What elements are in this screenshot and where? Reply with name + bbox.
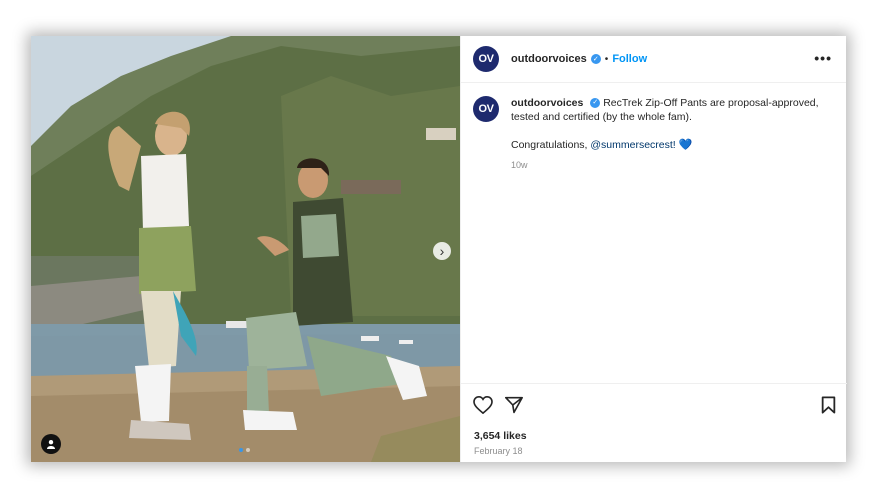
bookmark-icon[interactable] (821, 396, 836, 414)
avatar[interactable]: OV (473, 46, 499, 72)
congrats-text: Congratulations, (511, 139, 591, 151)
caption-line-1: outdoorvoices ✓ RecTrek Zip-Off Pants ar… (511, 96, 833, 124)
caption-line-2: Congratulations, @summersecrest! 💙 (511, 138, 833, 152)
user-tag-button[interactable] (41, 434, 61, 454)
caption-avatar[interactable]: OV (473, 96, 499, 122)
instagram-post: › OV outdoorvoices ✓ • Follow ••• OV out… (31, 36, 847, 462)
carousel-dot (246, 448, 250, 452)
post-side-panel: OV outdoorvoices ✓ • Follow ••• OV outdo… (460, 36, 847, 462)
verified-badge-icon: ✓ (590, 54, 601, 64)
post-photo[interactable]: › (31, 36, 460, 462)
post-actions: 3,654 likes February 18 (461, 383, 847, 462)
caption: OV outdoorvoices ✓ RecTrek Zip-Off Pants… (473, 96, 833, 172)
post-date: February 18 (474, 446, 523, 456)
likes-count[interactable]: 3,654 likes (474, 430, 527, 442)
verified-badge-icon: ✓ (590, 98, 601, 109)
caption-time-ago: 10w (511, 160, 528, 170)
mention-link[interactable]: @summersecrest! (590, 139, 675, 151)
follow-button[interactable]: Follow (612, 53, 647, 65)
caption-body: outdoorvoices ✓ RecTrek Zip-Off Pants ar… (511, 96, 833, 172)
chevron-right-icon: › (439, 243, 445, 259)
heart-icon[interactable] (473, 396, 493, 414)
more-options-button[interactable]: ••• (814, 50, 832, 66)
carousel-dot-active (239, 448, 243, 452)
post-header: OV outdoorvoices ✓ • Follow ••• (461, 36, 846, 83)
carousel-indicator (239, 448, 250, 452)
header-username[interactable]: outdoorvoices (511, 53, 587, 65)
caption-username[interactable]: outdoorvoices (511, 97, 583, 109)
proposal-photo-image (31, 36, 460, 462)
next-slide-button[interactable]: › (433, 242, 451, 260)
blue-heart-emoji: 💙 (678, 139, 693, 151)
send-icon[interactable] (505, 396, 523, 414)
user-tag-icon (47, 440, 55, 449)
header-separator: • (604, 53, 609, 65)
